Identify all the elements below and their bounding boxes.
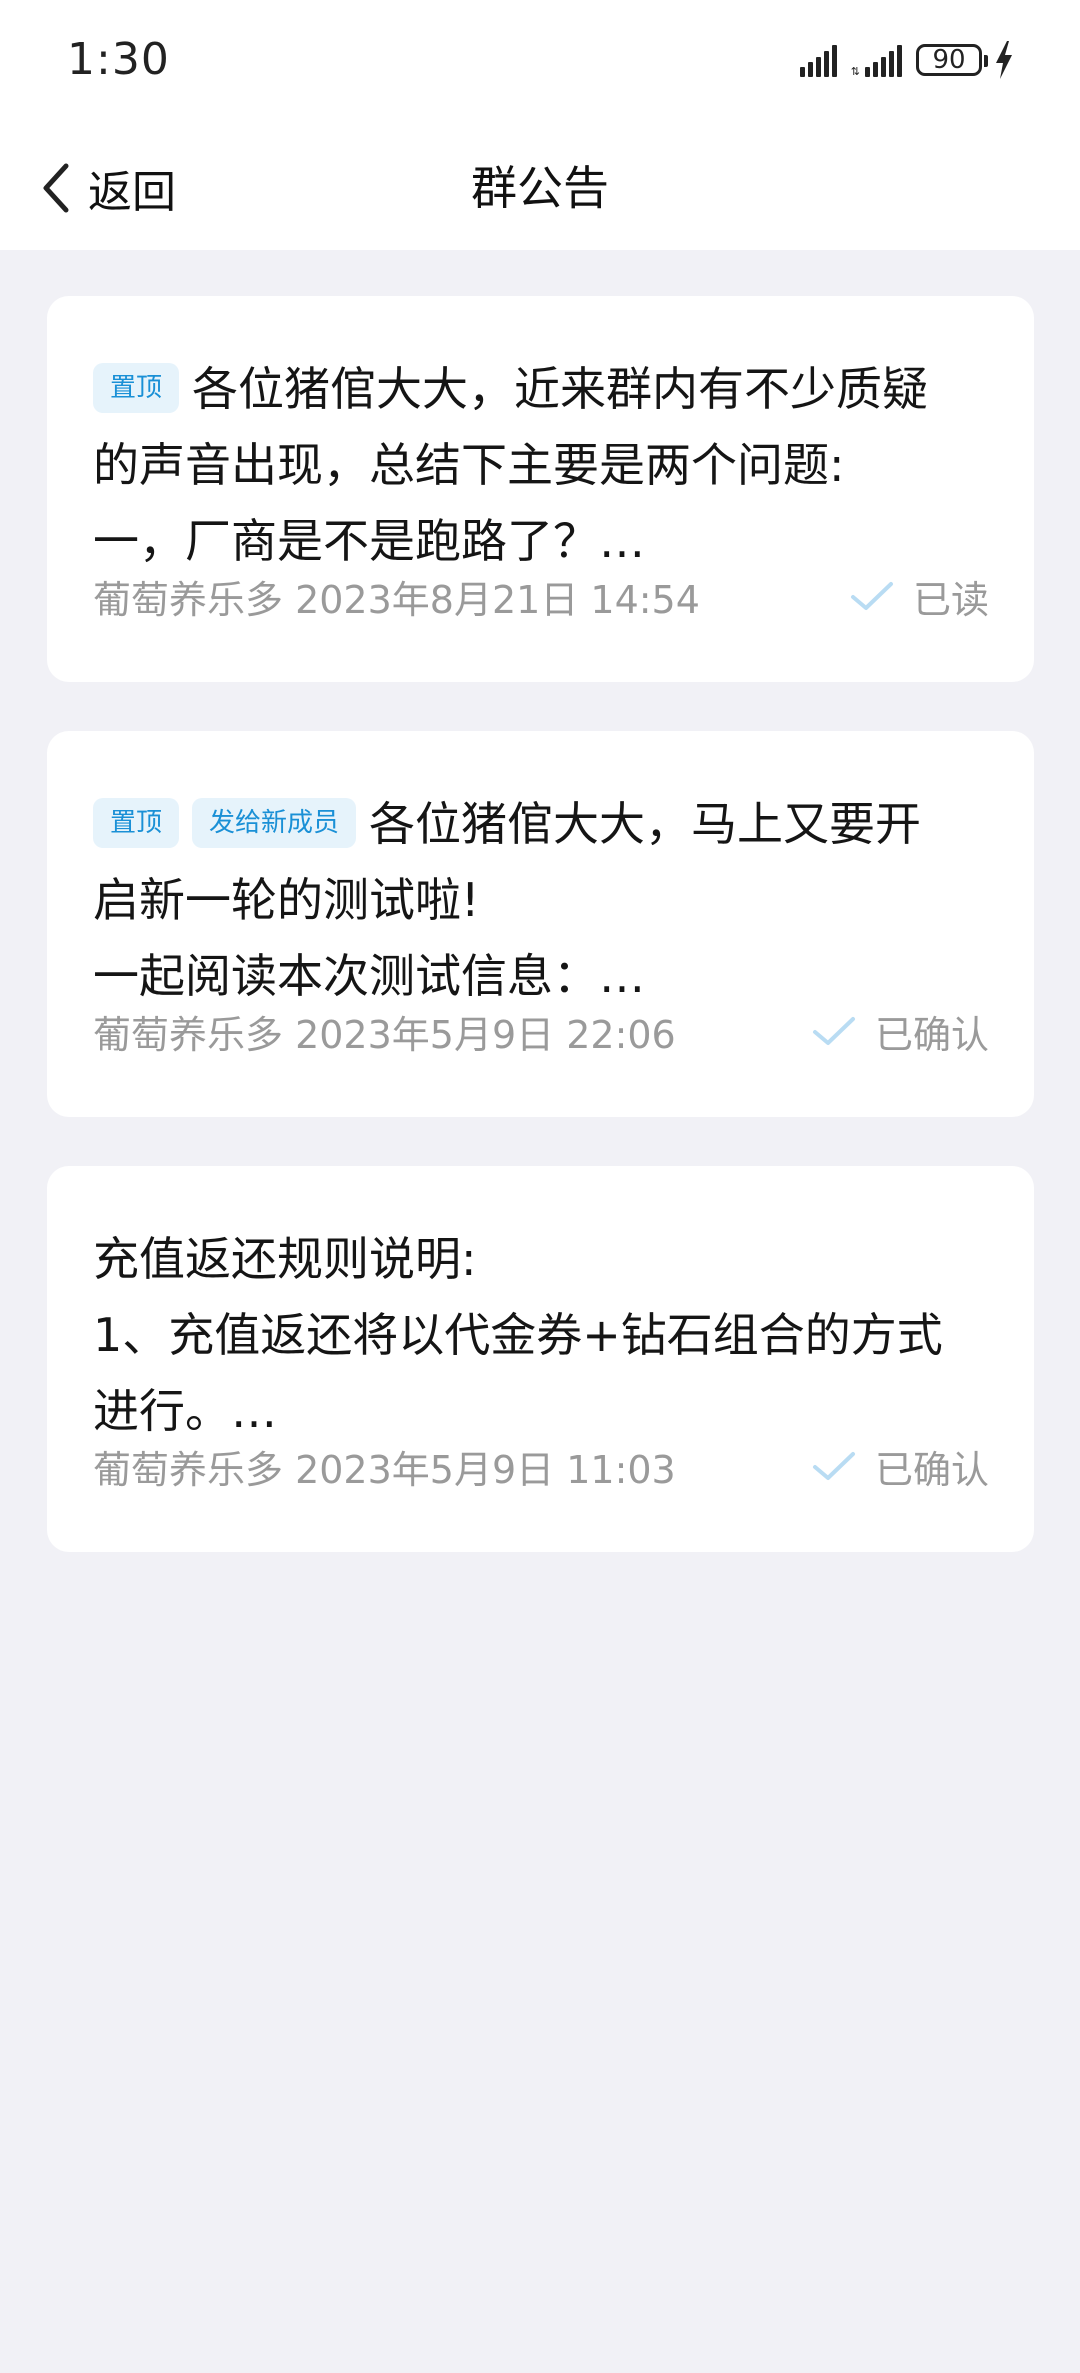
announcement-content: 充值返还规则说明: 1、充值返还将以代金券+钻石组合的方式 进行。…	[93, 1221, 989, 1449]
confirm-status: 已确认	[811, 1004, 989, 1059]
network-type-icon: ⇅	[850, 65, 860, 78]
page-title: 群公告	[471, 161, 609, 215]
pinned-tag: 置顶	[93, 798, 180, 848]
announcement-card[interactable]: 置顶 发给新成员 各位猪倌大大，马上又要开 启新一轮的测试啦! 一起阅读本次测试信息…	[47, 731, 1034, 1117]
announcement-line: 的声音出现，总结下主要是两个问题:	[93, 438, 845, 492]
confirm-status-label: 已确认	[874, 1012, 989, 1057]
status-time: 1:30	[67, 34, 170, 85]
announcement-line: 1、充值返还将以代金券+钻石组合的方式	[93, 1308, 943, 1362]
announcement-footer: 葡萄养乐多 2023年5月9日 11:03 已确认	[93, 1431, 989, 1501]
check-icon	[811, 1014, 875, 1048]
announcement-line: 启新一轮的测试啦!	[93, 873, 480, 927]
announcement-content: 置顶 各位猪倌大大，近来群内有不少质疑 的声音出现，总结下主要是两个问题: 一，厂…	[93, 351, 989, 579]
read-status-label: 已读	[912, 577, 989, 622]
announcement-content: 置顶 发给新成员 各位猪倌大大，马上又要开 启新一轮的测试啦! 一起阅读本次测试信息…	[93, 786, 989, 1014]
announcement-meta: 葡萄养乐多 2023年5月9日 11:03	[93, 1447, 676, 1492]
check-icon	[849, 579, 913, 613]
announcement-footer: 葡萄养乐多 2023年5月9日 22:06 已确认	[93, 996, 989, 1066]
confirm-status-label: 已确认	[874, 1447, 989, 1492]
announcement-line: 置顶 各位猪倌大大，近来群内有不少质疑	[93, 351, 989, 427]
confirm-status: 已确认	[811, 1439, 989, 1494]
new-member-tag: 发给新成员	[192, 798, 357, 848]
nav-bar: 返回 群公告	[0, 125, 1080, 250]
signal-2-icon: ⇅	[851, 43, 902, 77]
charging-bolt-icon	[996, 41, 1012, 79]
battery-level: 90	[932, 45, 966, 75]
battery-icon: 90	[916, 44, 988, 76]
status-icons: ⇅ 90	[797, 40, 1014, 80]
signal-icon	[797, 43, 837, 77]
status-bar: 1:30 ⇅ 90	[0, 0, 1080, 125]
read-status: 已读	[849, 569, 989, 624]
announcement-line: 置顶 发给新成员 各位猪倌大大，马上又要开	[93, 786, 989, 862]
announcement-card[interactable]: 充值返还规则说明: 1、充值返还将以代金券+钻石组合的方式 进行。… 葡萄养乐多…	[47, 1166, 1034, 1552]
announcement-meta: 葡萄养乐多 2023年8月21日 14:54	[93, 577, 700, 622]
pinned-tag: 置顶	[93, 363, 180, 413]
announcement-line: 充值返还规则说明:	[93, 1232, 477, 1286]
check-icon	[811, 1449, 875, 1483]
announcement-meta: 葡萄养乐多 2023年5月9日 22:06	[93, 1012, 676, 1057]
announcement-footer: 葡萄养乐多 2023年8月21日 14:54 已读	[93, 561, 989, 631]
announcement-card[interactable]: 置顶 各位猪倌大大，近来群内有不少质疑 的声音出现，总结下主要是两个问题: 一，厂…	[47, 296, 1034, 682]
